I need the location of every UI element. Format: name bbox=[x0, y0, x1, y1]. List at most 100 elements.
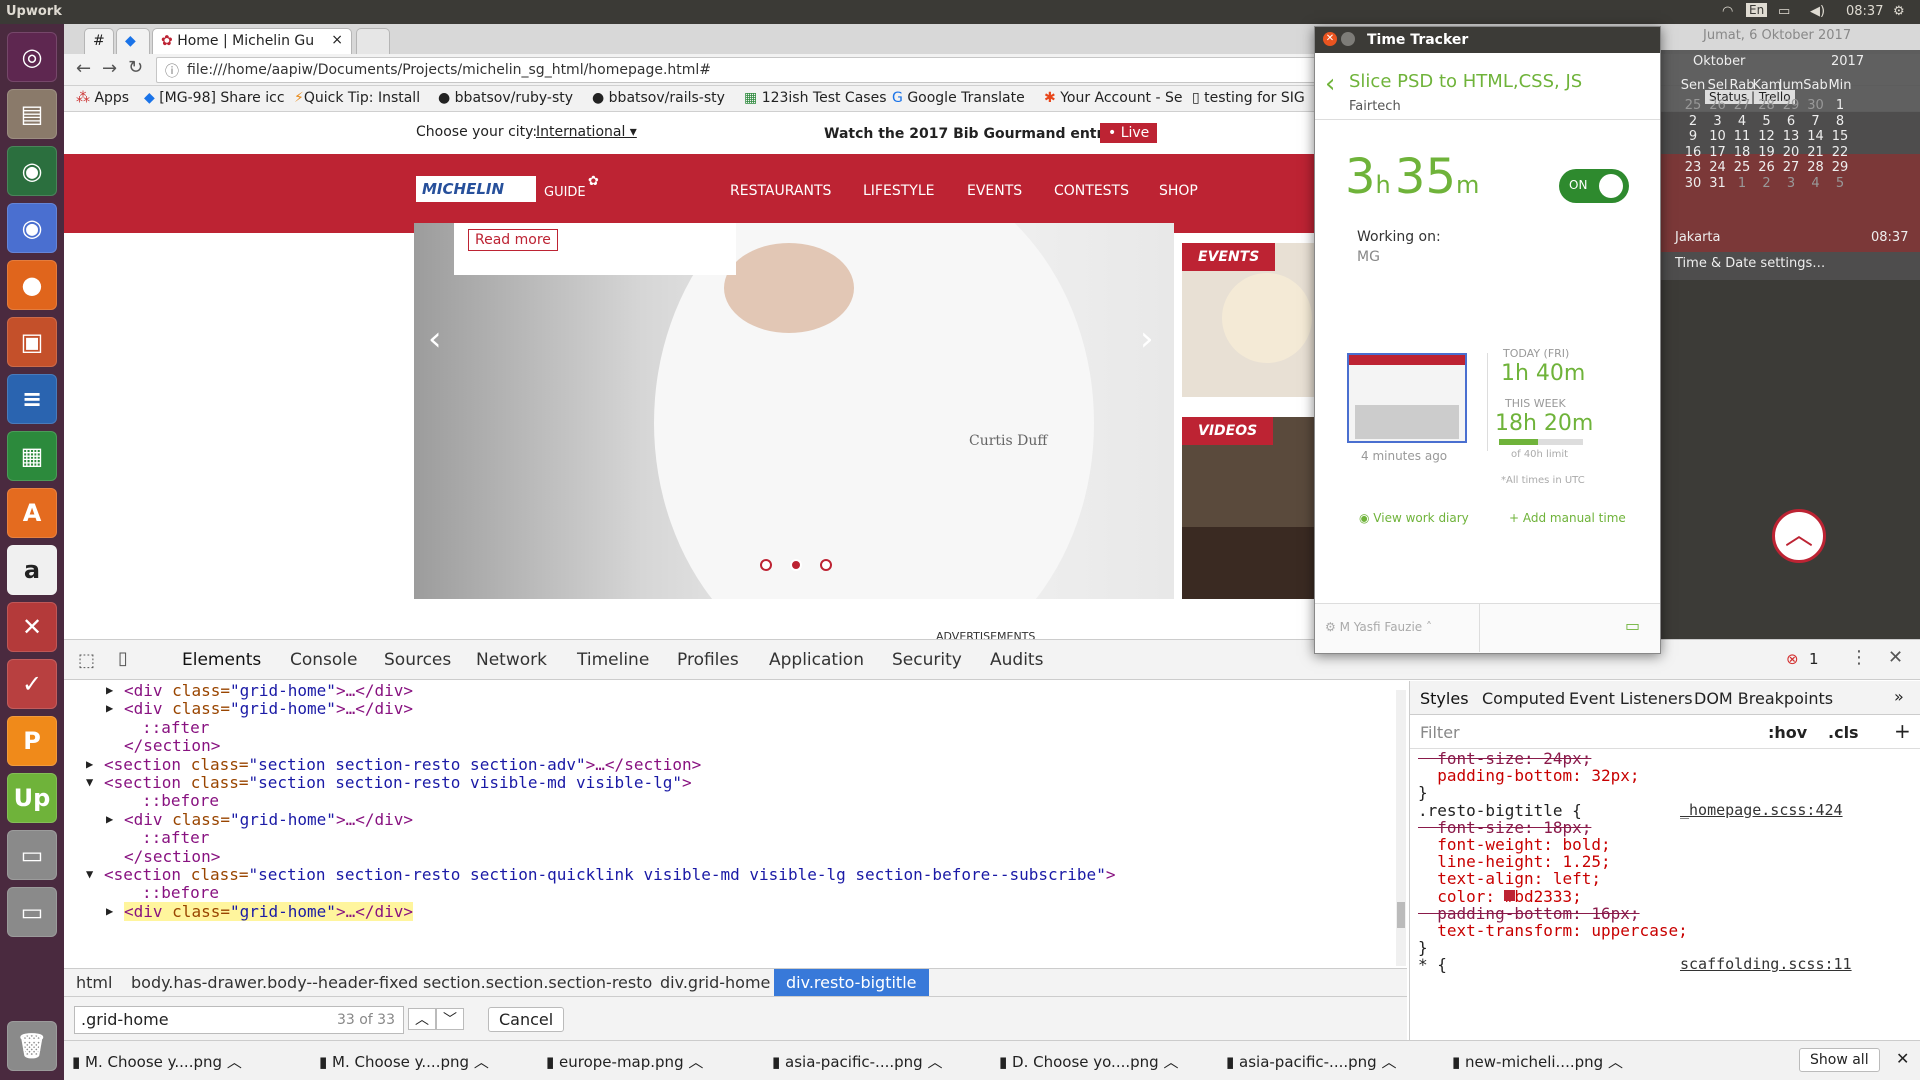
screenshot-thumbnail[interactable] bbox=[1347, 353, 1467, 443]
new-tab-button[interactable] bbox=[356, 28, 390, 54]
cls-toggle[interactable]: .cls bbox=[1828, 723, 1859, 742]
bookmark-apps[interactable]: ⁂ Apps bbox=[76, 90, 129, 106]
view-work-diary-link[interactable]: ◉ View work diary bbox=[1359, 511, 1469, 525]
style-declaration[interactable]: } bbox=[1418, 938, 1428, 957]
nav-restaurants[interactable]: RESTAURANTS bbox=[730, 183, 831, 199]
style-declaration[interactable]: font-size: 18px; bbox=[1418, 818, 1591, 837]
cancel-button[interactable]: Cancel bbox=[488, 1007, 565, 1032]
dom-node-line[interactable]: ▶ <div class="grid-home">…</div> bbox=[106, 699, 413, 718]
more-tabs-icon[interactable]: » bbox=[1894, 687, 1904, 706]
dom-node-line[interactable]: ▶ <div class="grid-home">…</div> bbox=[106, 681, 413, 700]
crumb-html[interactable]: html bbox=[76, 973, 112, 992]
drive-icon-2[interactable]: ▭ bbox=[7, 887, 57, 937]
dom-node-line[interactable]: ▶ <div class="grid-home">…</div> bbox=[106, 810, 413, 829]
user-menu[interactable]: ⚙ M Yasfi Fauzie ˄ bbox=[1325, 620, 1432, 634]
expand-triangle-icon[interactable]: ▶ bbox=[86, 757, 93, 771]
software-center-icon[interactable]: A bbox=[7, 488, 57, 538]
show-all-button[interactable]: Show all bbox=[1799, 1048, 1880, 1072]
close-downloads-icon[interactable]: ✕ bbox=[1896, 1049, 1909, 1068]
dom-node-line[interactable]: ::after bbox=[142, 718, 209, 737]
tab-michelin[interactable]: ✿ Home | Michelin Gu × bbox=[152, 28, 352, 54]
dom-node-line[interactable]: ::before bbox=[142, 791, 219, 810]
dom-node-line[interactable]: ::after bbox=[142, 828, 209, 847]
error-icon[interactable]: ⊗ bbox=[1786, 650, 1799, 668]
search-tool-icon[interactable]: ✓ bbox=[7, 659, 57, 709]
tab-dom-breakpoints[interactable]: DOM Breakpoints bbox=[1694, 689, 1833, 708]
bookmark-item[interactable]: ● bbatsov/rails-sty bbox=[592, 90, 725, 106]
tab-profiles[interactable]: Profiles bbox=[677, 650, 739, 670]
style-declaration[interactable]: padding-bottom: 16px; bbox=[1418, 904, 1639, 923]
download-item[interactable]: ▮ M. Choose y....png ︿ bbox=[72, 1051, 242, 1072]
bookmark-item[interactable]: G Google Translate bbox=[892, 90, 1025, 106]
bookmark-item[interactable]: ▯ testing for SIG bbox=[1192, 90, 1305, 106]
tab-audits[interactable]: Audits bbox=[990, 650, 1043, 670]
chromium-icon[interactable]: ◉ bbox=[7, 203, 57, 253]
close-devtools-icon[interactable]: ✕ bbox=[1888, 647, 1903, 668]
calendar-month[interactable]: Oktober bbox=[1693, 54, 1745, 69]
battery-icon[interactable]: ▭ bbox=[1778, 4, 1790, 19]
expand-triangle-icon[interactable]: ▶ bbox=[106, 701, 113, 715]
expand-triangle-icon[interactable]: ▶ bbox=[106, 683, 113, 697]
bookmark-item[interactable]: ▦ 123ish Test Cases bbox=[744, 90, 887, 106]
nav-shop[interactable]: SHOP bbox=[1159, 183, 1198, 199]
chevron-up-icon[interactable]: ︿ bbox=[227, 1053, 242, 1071]
chrome-icon[interactable]: ◉ bbox=[7, 146, 57, 196]
color-swatch[interactable] bbox=[1504, 889, 1515, 901]
calendar-day[interactable]: 1 bbox=[1826, 98, 1854, 113]
calendar-day[interactable]: 15 bbox=[1826, 129, 1854, 144]
chevron-up-icon[interactable]: ︿ bbox=[1163, 1053, 1178, 1071]
tab-application[interactable]: Application bbox=[769, 650, 864, 670]
dom-node-line[interactable]: ▶ <section class="section section-resto s… bbox=[86, 755, 701, 774]
calendar-day[interactable]: 22 bbox=[1826, 145, 1854, 160]
michelin-logo[interactable]: MICHELIN bbox=[416, 176, 536, 202]
tab-console[interactable]: Console bbox=[290, 650, 358, 670]
writer-icon[interactable]: ≡ bbox=[7, 374, 57, 424]
calc-icon[interactable]: ▦ bbox=[7, 431, 57, 481]
inspect-icon[interactable]: ⬚ bbox=[78, 650, 95, 671]
chevron-up-icon[interactable]: ︿ bbox=[474, 1053, 489, 1071]
trash-icon[interactable]: 🗑 bbox=[7, 1021, 57, 1071]
settings-icon[interactable]: ⚙ bbox=[1893, 4, 1905, 19]
drive-icon[interactable]: ▭ bbox=[7, 830, 57, 880]
bookmark-item[interactable]: ✱ Your Account - Se bbox=[1044, 90, 1183, 106]
minimize-window-icon[interactable] bbox=[1341, 32, 1355, 46]
calendar-day[interactable]: 8 bbox=[1826, 114, 1854, 129]
style-declaration[interactable]: font-weight: bold; bbox=[1418, 835, 1610, 854]
chevron-up-icon[interactable]: ︿ bbox=[688, 1053, 703, 1071]
working-on-value[interactable]: MG bbox=[1357, 249, 1380, 265]
download-item[interactable]: ▮ europe-map.png ︿ bbox=[546, 1051, 703, 1072]
tab-network[interactable]: Network bbox=[476, 650, 547, 670]
download-item[interactable]: ▮ asia-pacific-....png ︿ bbox=[772, 1051, 942, 1072]
expand-triangle-icon[interactable]: ▼ bbox=[86, 775, 93, 789]
download-item[interactable]: ▮ asia-pacific-....png ︿ bbox=[1226, 1051, 1396, 1072]
tab-security[interactable]: Security bbox=[892, 650, 962, 670]
nav-lifestyle[interactable]: LIFESTYLE bbox=[863, 183, 934, 199]
download-item[interactable]: ▮ new-micheli....png ︿ bbox=[1452, 1051, 1623, 1072]
back-chevron-icon[interactable]: ‹ bbox=[1325, 69, 1335, 99]
pidgin-icon[interactable]: P bbox=[7, 716, 57, 766]
forward-icon[interactable]: → bbox=[102, 58, 117, 79]
firefox-icon[interactable]: ● bbox=[7, 260, 57, 310]
nav-contests[interactable]: CONTESTS bbox=[1054, 183, 1129, 199]
back-icon[interactable]: ← bbox=[76, 58, 91, 79]
chevron-up-icon[interactable]: ︿ bbox=[927, 1053, 942, 1071]
feedback-icon[interactable]: ▭ bbox=[1625, 616, 1640, 635]
find-next-icon[interactable]: ﹀ bbox=[436, 1008, 464, 1030]
find-previous-icon[interactable]: ︿ bbox=[408, 1008, 436, 1030]
tab-event-listeners[interactable]: Event Listeners bbox=[1569, 689, 1693, 708]
tab-pinned-1[interactable]: # bbox=[84, 28, 114, 54]
crumb-grid-home[interactable]: div.grid-home bbox=[660, 973, 770, 992]
style-declaration[interactable]: line-height: 1.25; bbox=[1418, 852, 1610, 871]
tab-pinned-2[interactable]: ◆ bbox=[116, 28, 150, 54]
tab-styles[interactable]: Styles bbox=[1420, 689, 1469, 708]
expand-triangle-icon[interactable]: ▶ bbox=[106, 812, 113, 826]
nav-events[interactable]: EVENTS bbox=[967, 183, 1022, 199]
upwork-icon[interactable]: Up bbox=[7, 773, 57, 823]
crumb-body[interactable]: body.has-drawer.body--header-fixed bbox=[131, 973, 418, 992]
dom-node-line[interactable]: ▶ <div class="grid-home">…</div> bbox=[106, 901, 413, 921]
city-dropdown[interactable]: International ▾ bbox=[536, 124, 637, 140]
task-title[interactable]: Slice PSD to HTML,CSS, JS bbox=[1349, 71, 1582, 92]
crumb-section[interactable]: section.section.section-resto bbox=[423, 973, 652, 992]
impress-icon[interactable]: ▣ bbox=[7, 317, 57, 367]
style-declaration[interactable]: color: #bd2333; bbox=[1418, 887, 1582, 906]
